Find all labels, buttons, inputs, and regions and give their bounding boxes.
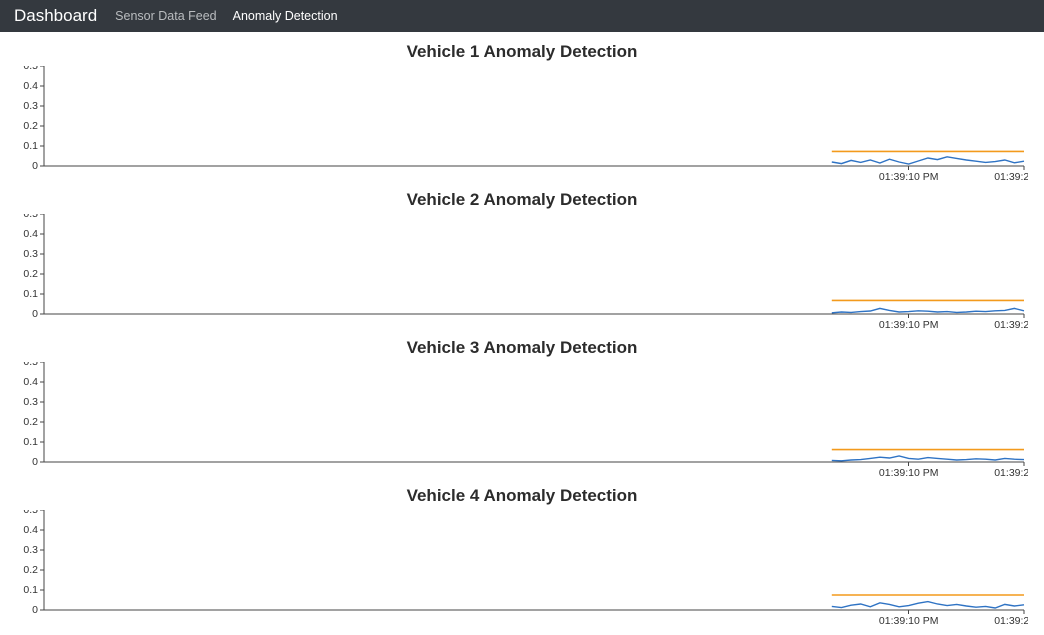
x-tick-label: 01:39:25 PM bbox=[994, 467, 1028, 479]
chart-panel-vehicle-2: Vehicle 2 Anomaly Detection 0 0.1 0.2 0.3 0.4… bbox=[10, 190, 1034, 332]
x-tick-label: 01:39:10 PM bbox=[879, 467, 939, 479]
y-tick-label: 0.2 bbox=[23, 416, 38, 428]
y-tick-label: 0.5 bbox=[23, 214, 38, 220]
chart-title: Vehicle 2 Anomaly Detection bbox=[10, 190, 1034, 210]
x-tick-label: 01:39:10 PM bbox=[879, 319, 939, 331]
y-tick-label: 0.3 bbox=[23, 396, 38, 408]
anomaly-score-line bbox=[832, 308, 1024, 312]
y-tick-label: 0.1 bbox=[23, 288, 38, 300]
y-tick-label: 0.5 bbox=[23, 510, 38, 516]
y-tick-label: 0.3 bbox=[23, 248, 38, 260]
anomaly-score-line bbox=[832, 157, 1024, 164]
y-tick-label: 0 bbox=[32, 308, 38, 320]
brand-title[interactable]: Dashboard bbox=[14, 6, 97, 26]
y-tick-label: 0.3 bbox=[23, 100, 38, 112]
chart-title: Vehicle 1 Anomaly Detection bbox=[10, 42, 1034, 62]
x-tick-label: 01:39:10 PM bbox=[879, 615, 939, 627]
y-tick-label: 0.4 bbox=[23, 524, 38, 536]
x-tick-label: 01:39:25 PM bbox=[994, 615, 1028, 627]
y-tick-label: 0.2 bbox=[23, 120, 38, 132]
y-tick-label: 0 bbox=[32, 456, 38, 468]
x-tick-label: 01:39:25 PM bbox=[994, 319, 1028, 331]
chart-plot-area: 0 0.1 0.2 0.3 0.4 0.5 01:39:10 PM 01:39:25 PM bbox=[16, 510, 1028, 628]
y-tick-label: 0.2 bbox=[23, 564, 38, 576]
chart-plot-area: 0 0.1 0.2 0.3 0.4 0.5 01:39:10 PM 01:39:25 PM bbox=[16, 362, 1028, 480]
y-tick-label: 0.5 bbox=[23, 66, 38, 72]
y-tick-label: 0.3 bbox=[23, 544, 38, 556]
chart-plot-area: 0 0.1 0.2 0.3 0.4 0.5 01:39:10 PM 01:39:25 PM bbox=[16, 66, 1028, 184]
x-tick-label: 01:39:10 PM bbox=[879, 171, 939, 183]
chart-title: Vehicle 4 Anomaly Detection bbox=[10, 486, 1034, 506]
y-tick-label: 0.4 bbox=[23, 376, 38, 388]
y-tick-label: 0.1 bbox=[23, 436, 38, 448]
chart-title: Vehicle 3 Anomaly Detection bbox=[10, 338, 1034, 358]
anomaly-score-line bbox=[832, 602, 1024, 608]
nav-link-anomaly-detection[interactable]: Anomaly Detection bbox=[233, 9, 338, 23]
y-tick-label: 0.1 bbox=[23, 140, 38, 152]
y-tick-label: 0.2 bbox=[23, 268, 38, 280]
y-tick-label: 0.4 bbox=[23, 228, 38, 240]
chart-panel-vehicle-4: Vehicle 4 Anomaly Detection 0 0.1 0.2 0.3 0.4… bbox=[10, 486, 1034, 628]
x-tick-label: 01:39:25 PM bbox=[994, 171, 1028, 183]
chart-plot-area: 0 0.1 0.2 0.3 0.4 0.5 01:39:10 PM 01:39:25 PM bbox=[16, 214, 1028, 332]
nav-link-sensor-data-feed[interactable]: Sensor Data Feed bbox=[115, 9, 216, 23]
y-tick-label: 0 bbox=[32, 160, 38, 172]
y-tick-label: 0.1 bbox=[23, 584, 38, 596]
top-navbar: Dashboard Sensor Data Feed Anomaly Detec… bbox=[0, 0, 1044, 32]
charts-container: Vehicle 1 Anomaly Detection 0 0.1 0.2 0.3 0.4… bbox=[0, 32, 1044, 628]
y-tick-label: 0.4 bbox=[23, 80, 38, 92]
y-tick-label: 0 bbox=[32, 604, 38, 616]
anomaly-score-line bbox=[832, 456, 1024, 461]
chart-panel-vehicle-3: Vehicle 3 Anomaly Detection 0 0.1 0.2 0.3 0.4… bbox=[10, 338, 1034, 480]
y-tick-label: 0.5 bbox=[23, 362, 38, 368]
chart-panel-vehicle-1: Vehicle 1 Anomaly Detection 0 0.1 0.2 0.3 0.4… bbox=[10, 42, 1034, 184]
